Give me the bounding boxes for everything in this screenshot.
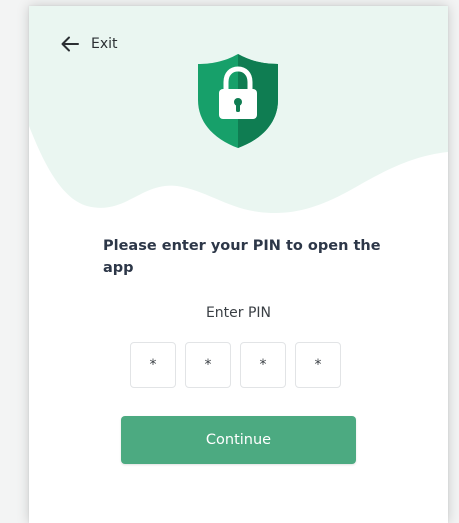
pin-digit-3[interactable]: * — [240, 342, 286, 388]
pin-prompt-text: Please enter your PIN to open the app — [103, 238, 381, 276]
pin-digit-1[interactable]: * — [130, 342, 176, 388]
exit-button[interactable]: Exit — [61, 36, 118, 52]
arrow-left-icon — [61, 36, 79, 52]
pin-label: Enter PIN — [205, 305, 272, 321]
app-screen: Exit Please enter your PIN to open the a… — [0, 0, 459, 523]
continue-button[interactable]: Continue — [121, 416, 356, 464]
exit-label: Exit — [91, 36, 118, 52]
pin-card: Exit Please enter your PIN to open the a… — [29, 6, 448, 523]
pin-digit-4[interactable]: * — [295, 342, 341, 388]
pin-input-group: * * * * — [130, 342, 341, 388]
pin-digit-2[interactable]: * — [185, 342, 231, 388]
shield-lock-icon — [198, 54, 278, 148]
